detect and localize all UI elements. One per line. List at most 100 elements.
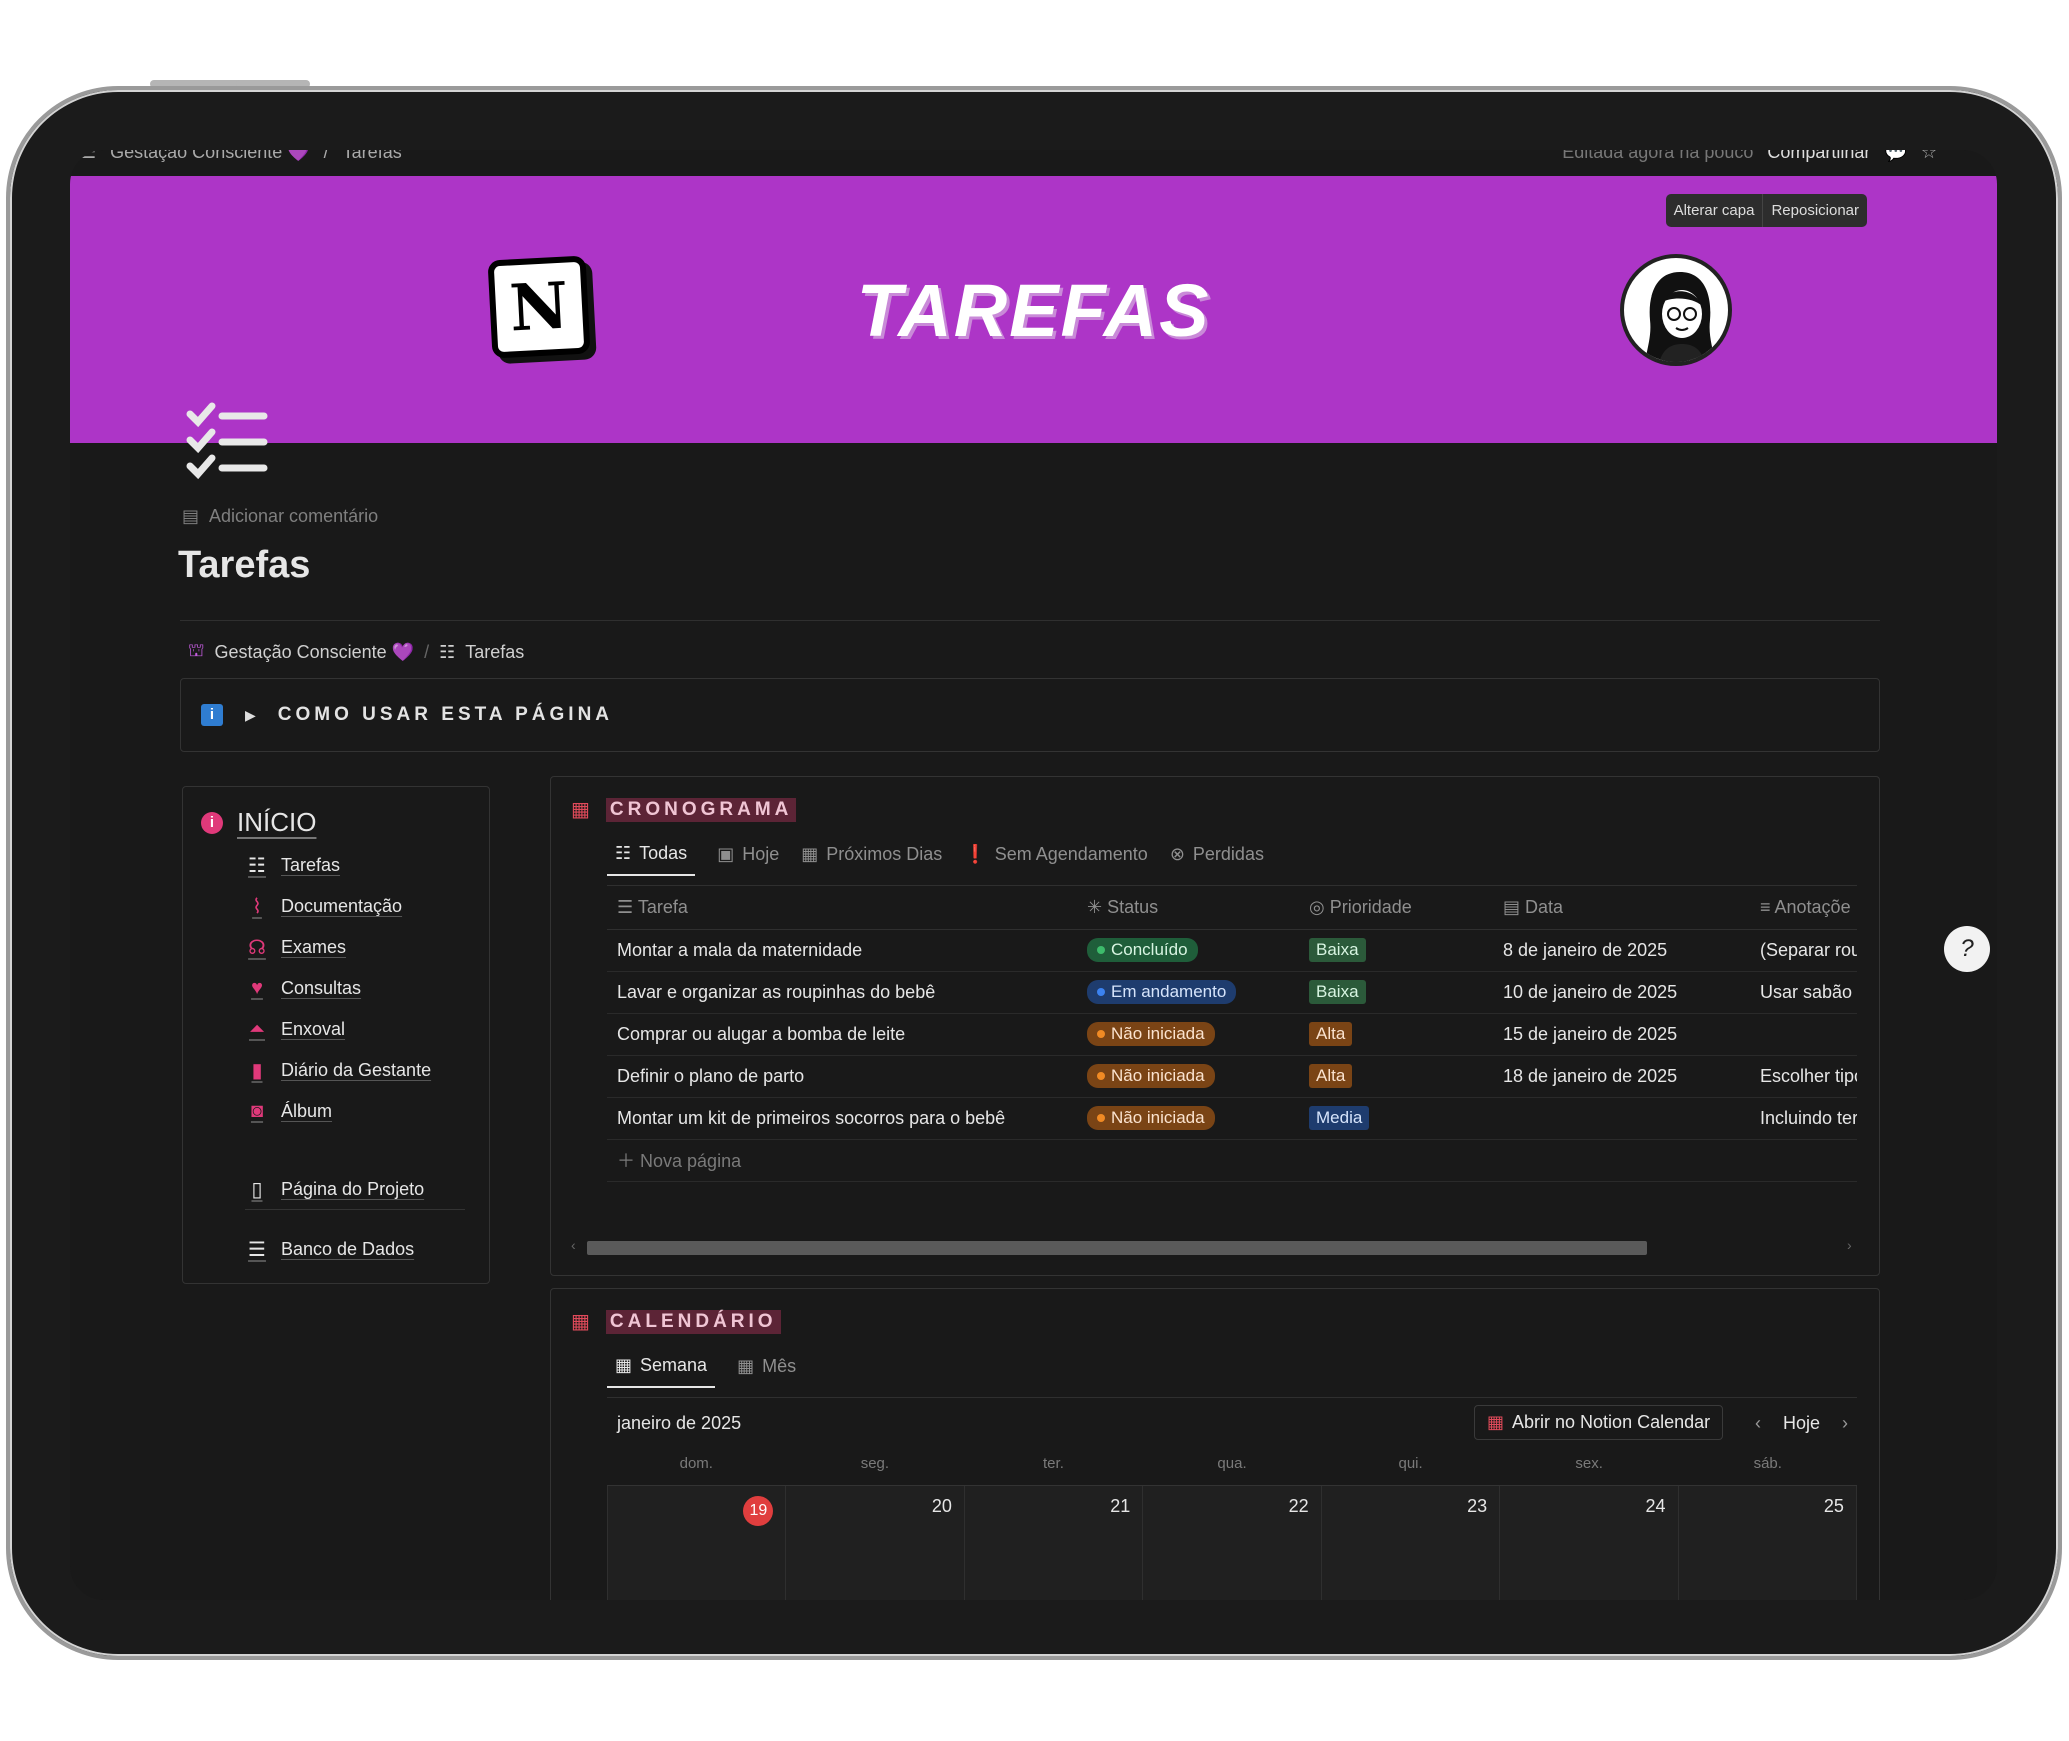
avatar: [1620, 254, 1732, 366]
task-name[interactable]: Lavar e organizar as roupinhas do bebê: [607, 971, 1077, 1014]
table-header-row: ☰ Tarefa ✳ Status ◎ Prioridade ▤ Data ≡ …: [607, 887, 1857, 930]
task-name[interactable]: Montar um kit de primeiros socorros para…: [607, 1097, 1077, 1140]
sidebar-title[interactable]: INÍCIO: [237, 807, 316, 838]
sidebar-item-label: Consultas: [281, 977, 362, 998]
sidebar-item-album[interactable]: ◙ Álbum: [245, 1099, 332, 1123]
tab-mes[interactable]: ▦ Mês: [737, 1355, 796, 1388]
column-header-data[interactable]: ▤ Data: [1493, 887, 1750, 930]
tab-todas[interactable]: ☷ Todas: [607, 843, 696, 876]
chevron-left-icon[interactable]: ‹: [1755, 1413, 1761, 1434]
task-name[interactable]: Definir o plano de parto: [607, 1055, 1077, 1098]
checklist-page-icon[interactable]: [182, 396, 272, 486]
day-name: ter.: [1043, 1455, 1064, 1472]
workspace-breadcrumb[interactable]: Gestação Consciente 💜: [110, 150, 310, 163]
scroll-right-icon[interactable]: ›: [1847, 1237, 1852, 1253]
priority-badge[interactable]: Media: [1309, 1106, 1370, 1130]
status-badge[interactable]: Não iniciada: [1087, 1106, 1215, 1130]
tab-sem-agendamento[interactable]: ❗ Sem Agendamento: [964, 843, 1148, 876]
menu-icon[interactable]: ☰: [80, 150, 96, 163]
table-row[interactable]: Montar um kit de primeiros socorros para…: [607, 1097, 1857, 1140]
priority-badge[interactable]: Baixa: [1309, 980, 1366, 1004]
note-cell[interactable]: (Separar roup: [1750, 929, 1857, 972]
comment-icon: ▤: [182, 506, 200, 526]
calendario-title[interactable]: CALENDÁRIO: [605, 1309, 781, 1334]
column-label: Status: [1107, 897, 1159, 918]
sidebar-item-projeto[interactable]: ▯ Página do Projeto: [245, 1177, 424, 1201]
status-badge[interactable]: Não iniciada: [1087, 1022, 1215, 1046]
date-cell[interactable]: [1493, 1097, 1750, 1140]
how-to-callout[interactable]: i ▶ COMO USAR ESTA PÁGINA: [180, 678, 1880, 752]
sidebar-item-tarefas[interactable]: ☷ Tarefas: [245, 853, 340, 877]
table-row[interactable]: Definir o plano de parto Não iniciada Al…: [607, 1055, 1857, 1098]
tab-perdidas[interactable]: ⊗ Perdidas: [1170, 843, 1264, 876]
date-cell[interactable]: 18 de janeiro de 2025: [1493, 1055, 1750, 1098]
status-cell: Não iniciada: [1077, 1013, 1299, 1056]
add-comment[interactable]: ▤ Adicionar comentário: [182, 506, 378, 527]
priority-cell: Alta: [1299, 1013, 1493, 1056]
table-row[interactable]: Montar a mala da maternidade Concluído B…: [607, 929, 1857, 972]
favorite-icon[interactable]: ☆: [1921, 150, 1937, 163]
date-cell[interactable]: 10 de janeiro de 2025: [1493, 971, 1750, 1014]
note-cell[interactable]: Usar sabão n: [1750, 971, 1857, 1014]
horizontal-scrollbar[interactable]: [587, 1241, 1647, 1255]
page-title[interactable]: Tarefas: [178, 544, 310, 587]
priority-badge[interactable]: Alta: [1309, 1022, 1353, 1046]
status-badge[interactable]: Concluído: [1087, 938, 1198, 962]
checklist-icon: ☷: [248, 854, 266, 877]
cronograma-title[interactable]: CRONOGRAMA: [605, 797, 797, 822]
task-name[interactable]: Montar a mala da maternidade: [607, 929, 1077, 972]
column-header-anotacoes[interactable]: ≡ Anotaçõe: [1750, 887, 1857, 930]
reposition-button[interactable]: Reposicionar: [1762, 194, 1867, 227]
sidebar-item-enxoval[interactable]: ⏶ Enxoval: [245, 1017, 345, 1041]
day-cell[interactable]: 21: [964, 1486, 1144, 1600]
page-breadcrumb[interactable]: Tarefas: [343, 150, 402, 163]
day-cell[interactable]: 22: [1143, 1486, 1322, 1600]
today-button[interactable]: Hoje: [1783, 1413, 1820, 1434]
note-cell[interactable]: [1750, 1013, 1857, 1056]
sidebar-item-documentacao[interactable]: ⌇ Documentação: [245, 894, 402, 918]
tab-semana[interactable]: ▦ Semana: [607, 1355, 716, 1388]
breadcrumb-workspace[interactable]: Gestação Consciente 💜: [215, 642, 415, 663]
tab-proximos-dias[interactable]: ▦ Próximos Dias: [801, 843, 942, 876]
new-page-row[interactable]: ＋ Nova página: [607, 1139, 1857, 1182]
note-cell[interactable]: Incluindo ter: [1750, 1097, 1857, 1140]
chevron-right-icon[interactable]: ›: [1842, 1413, 1848, 1434]
tab-hoje[interactable]: ▣ Hoje: [717, 843, 779, 876]
table-row[interactable]: Lavar e organizar as roupinhas do bebê E…: [607, 971, 1857, 1014]
priority-badge[interactable]: Alta: [1309, 1064, 1353, 1088]
help-button[interactable]: ?: [1944, 926, 1990, 972]
new-page-cell[interactable]: ＋ Nova página: [607, 1139, 1857, 1182]
column-header-status[interactable]: ✳ Status: [1077, 887, 1299, 930]
scroll-left-icon[interactable]: ‹: [571, 1237, 576, 1253]
sidebar-item-diario[interactable]: ▮ Diário da Gestante: [245, 1058, 431, 1082]
sidebar-item-consultas[interactable]: ♥ Consultas: [245, 976, 361, 1000]
open-notion-calendar-button[interactable]: ▦ Abrir no Notion Calendar: [1474, 1405, 1724, 1440]
day-cell[interactable]: 24: [1500, 1486, 1679, 1600]
day-cell[interactable]: 25: [1678, 1486, 1857, 1600]
task-name[interactable]: Comprar ou alugar a bomba de leite: [607, 1013, 1077, 1056]
day-cell[interactable]: 19: [607, 1486, 787, 1600]
change-cover-button[interactable]: Alterar capa: [1666, 194, 1763, 227]
sidebar-item-exames[interactable]: ☊ Exames: [245, 935, 346, 959]
comments-icon[interactable]: 💬: [1884, 150, 1906, 163]
status-cell: Não iniciada: [1077, 1097, 1299, 1140]
note-cell[interactable]: Escolher tipo: [1750, 1055, 1857, 1098]
date-cell[interactable]: 15 de janeiro de 2025: [1493, 1013, 1750, 1056]
breadcrumb-separator: /: [424, 641, 430, 662]
column-header-tarefa[interactable]: ☰ Tarefa: [607, 887, 1077, 930]
status-badge[interactable]: Não iniciada: [1087, 1064, 1215, 1088]
breadcrumb-page[interactable]: Tarefas: [465, 642, 524, 663]
day-cell[interactable]: 20: [786, 1486, 965, 1600]
toggle-arrow-icon[interactable]: ▶: [245, 707, 256, 724]
day-cell[interactable]: 23: [1321, 1486, 1501, 1600]
table-row[interactable]: Comprar ou alugar a bomba de leite Não i…: [607, 1013, 1857, 1056]
column-header-prioridade[interactable]: ◎ Prioridade: [1299, 887, 1493, 930]
share-button[interactable]: Compartilhar: [1767, 150, 1870, 163]
column-label: Data: [1525, 897, 1564, 918]
database-icon: ☰: [248, 1238, 266, 1261]
sidebar-item-banco[interactable]: ☰ Banco de Dados: [245, 1237, 414, 1261]
status-badge[interactable]: Em andamento: [1087, 980, 1237, 1004]
date-cell[interactable]: 8 de janeiro de 2025: [1493, 929, 1750, 972]
cover-controls: Alterar capa Reposicionar: [1665, 194, 1867, 227]
priority-badge[interactable]: Baixa: [1309, 938, 1366, 962]
